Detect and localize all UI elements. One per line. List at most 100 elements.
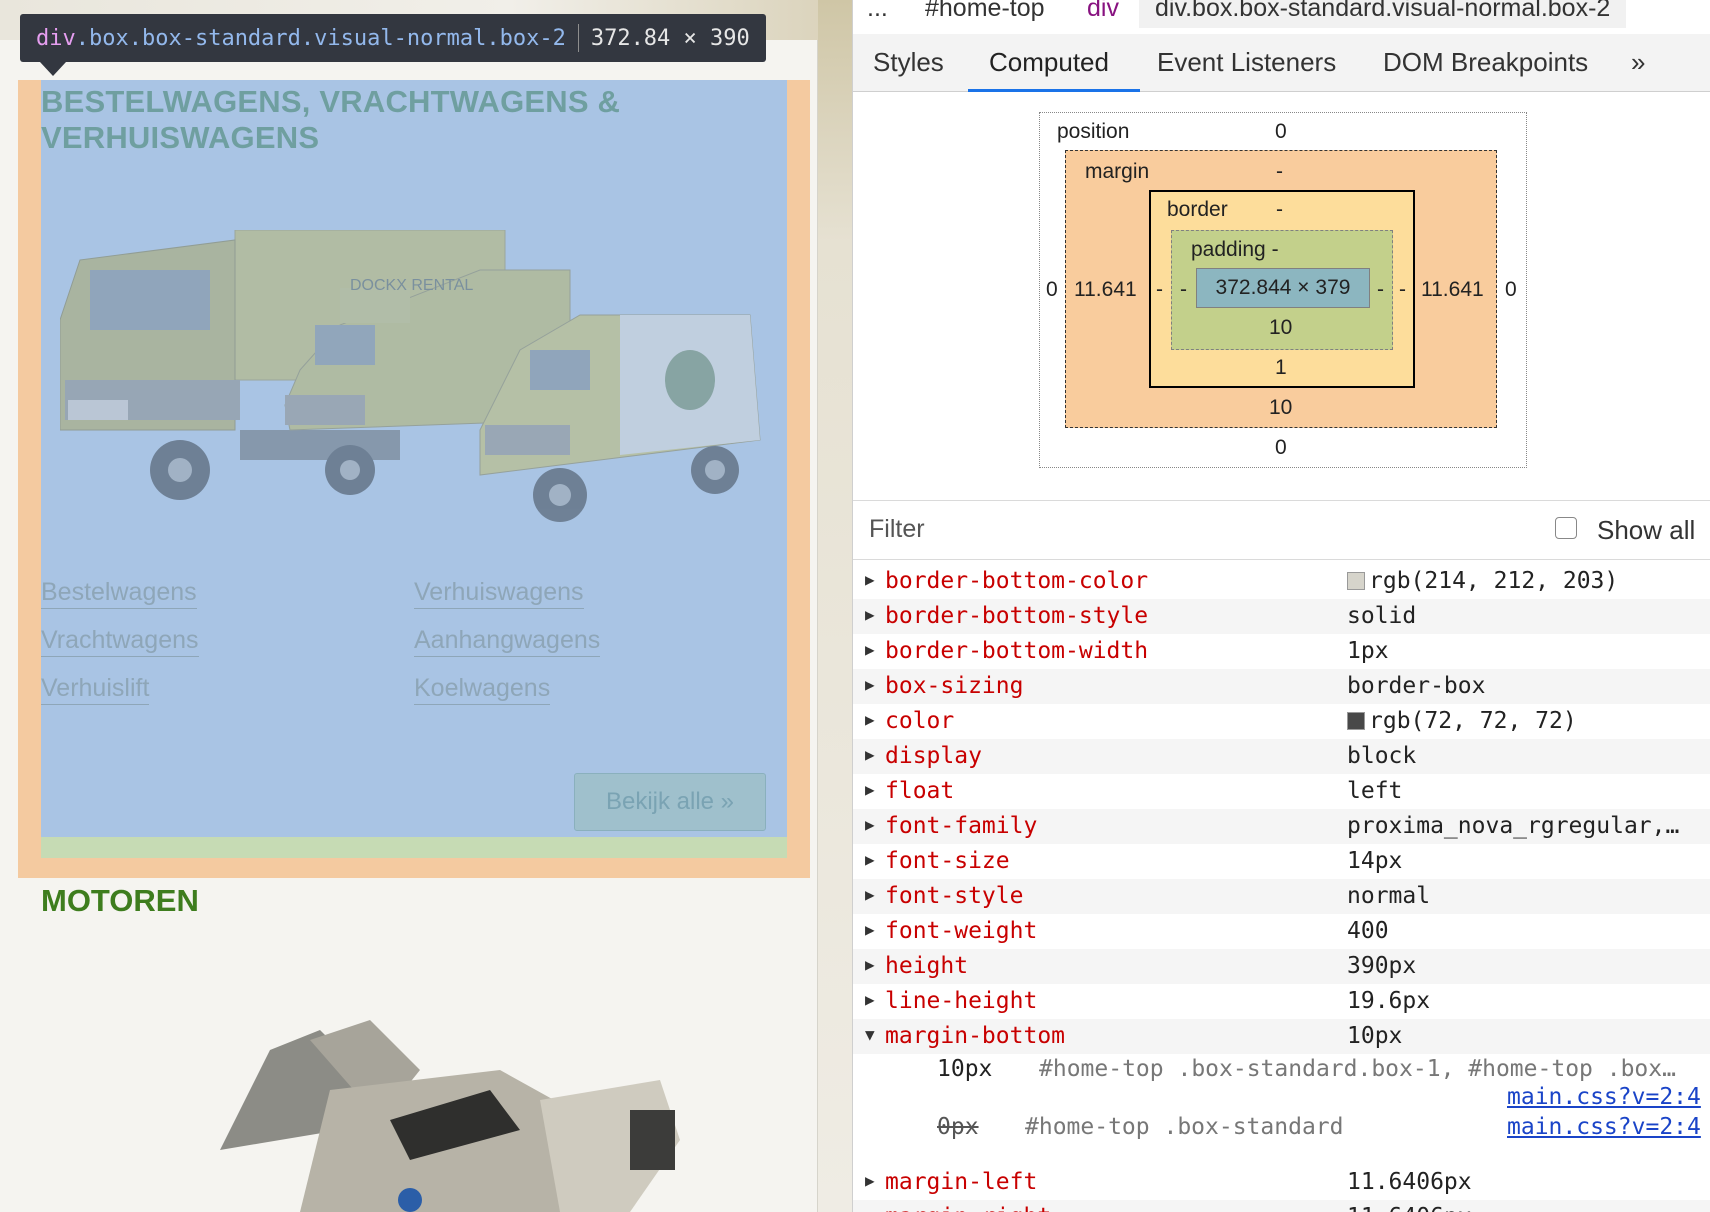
breadcrumb-home-top[interactable]: #home-top	[925, 0, 1045, 23]
property-name: border-bottom-width	[885, 638, 1149, 664]
box-model-margin-label: margin	[1085, 160, 1150, 183]
property-row[interactable]: ▶ font-size 14px	[853, 844, 1710, 879]
breadcrumb: ... #home-top div div.box.box-standard.v…	[853, 0, 1710, 30]
property-name: line-height	[885, 988, 1038, 1014]
breadcrumb-ellipsis[interactable]: ...	[867, 0, 888, 23]
breadcrumb-selected-element[interactable]: div.box.box-standard.visual-normal.box-2	[1139, 0, 1627, 28]
property-row[interactable]: ▶ display block	[853, 739, 1710, 774]
property-row[interactable]: ▶ height 390px	[853, 949, 1710, 984]
box-model-margin-right[interactable]: 11.641	[1421, 278, 1484, 302]
property-row[interactable]: ▶ color rgb(72, 72, 72)	[853, 704, 1710, 739]
box-model-padding-bottom[interactable]: 10	[1269, 316, 1292, 340]
property-value: normal	[1347, 883, 1431, 909]
box-model-border-label: border	[1167, 198, 1228, 221]
property-row[interactable]: ▶ float left	[853, 774, 1710, 809]
property-value: border-box	[1347, 673, 1486, 699]
property-row[interactable]: ▶ border-bottom-width 1px	[853, 634, 1710, 669]
box-model-padding-left[interactable]: -	[1180, 278, 1187, 302]
expand-triangle-icon[interactable]: ▶	[865, 815, 875, 834]
property-name: font-size	[885, 848, 1010, 874]
collapse-triangle-icon[interactable]: ▼	[865, 1025, 875, 1044]
expand-triangle-icon[interactable]: ▶	[865, 710, 875, 729]
link-koelwagens[interactable]: Koelwagens	[414, 674, 551, 705]
expand-triangle-icon[interactable]: ▶	[865, 850, 875, 869]
link-vrachtwagens[interactable]: Vrachtwagens	[41, 626, 199, 657]
tab-event-listeners[interactable]: Event Listeners	[1157, 47, 1336, 78]
link-aanhangwagens[interactable]: Aanhangwagens	[414, 626, 601, 657]
property-row[interactable]: ▶ font-weight 400	[853, 914, 1710, 949]
box-model-border-right[interactable]: -	[1399, 278, 1406, 302]
expand-triangle-icon[interactable]: ▶	[865, 675, 875, 694]
box-title-line-2: VERHUISWAGENS	[41, 120, 320, 155]
property-row[interactable]: ▶ line-height 19.6px	[853, 984, 1710, 1019]
expand-triangle-icon[interactable]: ▶	[865, 745, 875, 764]
filter-bar: Filter Show all	[853, 500, 1710, 560]
tab-computed[interactable]: Computed	[989, 47, 1109, 78]
breadcrumb-div[interactable]: div	[1087, 0, 1119, 23]
element-inspector-tooltip: div .box.box-standard.visual-normal.box-2…	[20, 14, 766, 62]
expand-triangle-icon[interactable]: ▶	[865, 1206, 875, 1212]
box-model-padding-right[interactable]: -	[1377, 278, 1384, 302]
page-background-decoration	[818, 0, 852, 1212]
property-name: float	[885, 778, 955, 804]
property-row[interactable]: ▶ margin-right 11.6406px	[853, 1200, 1710, 1212]
link-verhuislift[interactable]: Verhuislift	[41, 674, 150, 705]
tooltip-arrow	[40, 62, 66, 76]
tab-styles[interactable]: Styles	[873, 47, 944, 78]
color-swatch[interactable]	[1347, 712, 1365, 730]
expand-triangle-icon[interactable]: ▶	[865, 1171, 875, 1190]
link-bestelwagens[interactable]: Bestelwagens	[41, 578, 197, 609]
box-title-line-1: BESTELWAGENS, VRACHTWAGENS &	[41, 84, 621, 119]
expand-triangle-icon[interactable]: ▶	[865, 640, 875, 659]
property-value-text: rgb(214, 212, 203)	[1369, 568, 1619, 594]
box-model-margin-top[interactable]: -	[1276, 160, 1283, 184]
property-name: border-bottom-style	[885, 603, 1149, 629]
source-selector: #home-top .box-standard	[1025, 1114, 1344, 1140]
property-name: margin-bottom	[885, 1023, 1066, 1049]
property-name: margin-left	[885, 1169, 1038, 1195]
property-row[interactable]: ▶ box-sizing border-box	[853, 669, 1710, 704]
box-model-position-top[interactable]: 0	[1275, 120, 1287, 144]
view-all-button[interactable]: Bekijk alle »	[574, 773, 766, 831]
box-model-position-bottom[interactable]: 0	[1275, 436, 1287, 460]
expand-triangle-icon[interactable]: ▶	[865, 570, 875, 589]
expand-triangle-icon[interactable]: ▶	[865, 780, 875, 799]
property-row[interactable]: ▶ margin-left 11.6406px	[853, 1165, 1710, 1200]
color-swatch[interactable]	[1347, 572, 1365, 590]
expand-triangle-icon[interactable]: ▶	[865, 605, 875, 624]
source-value-overridden: 0px	[937, 1114, 979, 1140]
section-title-motoren[interactable]: MOTOREN	[41, 883, 199, 919]
show-all-checkbox[interactable]	[1555, 517, 1577, 539]
tabs-overflow-icon[interactable]: »	[1631, 47, 1645, 78]
box-model-position-left[interactable]: 0	[1046, 278, 1058, 302]
box-model-margin-left[interactable]: 11.641	[1074, 278, 1137, 302]
property-value-text: rgb(72, 72, 72)	[1369, 708, 1577, 734]
source-link[interactable]: main.css?v=2:4	[1507, 1084, 1701, 1110]
box-model-border-left[interactable]: -	[1156, 278, 1163, 302]
box-model-position-right[interactable]: 0	[1505, 278, 1517, 302]
filter-input[interactable]: Filter	[869, 515, 925, 544]
source-link[interactable]: main.css?v=2:4	[1507, 1114, 1701, 1140]
property-row-expanded[interactable]: ▼ margin-bottom 10px	[853, 1019, 1710, 1054]
property-row[interactable]: ▶ font-style normal	[853, 879, 1710, 914]
trucks-image[interactable]: DOCKX RENTAL	[60, 230, 780, 550]
expand-triangle-icon[interactable]: ▶	[865, 990, 875, 1009]
expand-triangle-icon[interactable]: ▶	[865, 955, 875, 974]
box-model-margin-bottom[interactable]: 10	[1269, 396, 1292, 420]
box-title[interactable]: BESTELWAGENS, VRACHTWAGENS & VERHUISWAGE…	[41, 84, 681, 156]
motorcycle-image[interactable]	[160, 1010, 700, 1212]
show-all-label[interactable]: Show all	[1597, 515, 1695, 546]
property-row[interactable]: ▶ font-family proxima_nova_rgregular,…	[853, 809, 1710, 844]
expand-triangle-icon[interactable]: ▶	[865, 920, 875, 939]
box-model-content[interactable]: 372.844 × 379	[1196, 268, 1370, 308]
box-model-border-bottom[interactable]: 1	[1275, 356, 1287, 380]
property-row[interactable]: ▶ border-bottom-color rgb(214, 212, 203)	[853, 564, 1710, 599]
property-row[interactable]: ▶ border-bottom-style solid	[853, 599, 1710, 634]
tab-dom-breakpoints[interactable]: DOM Breakpoints	[1383, 47, 1588, 78]
property-value: 11.6406px	[1347, 1169, 1472, 1195]
source-value: 10px	[937, 1056, 993, 1082]
box-model-border-top[interactable]: -	[1276, 198, 1283, 222]
expand-triangle-icon[interactable]: ▶	[865, 885, 875, 904]
property-name: color	[885, 708, 955, 734]
link-verhuiswagens[interactable]: Verhuiswagens	[414, 578, 584, 609]
